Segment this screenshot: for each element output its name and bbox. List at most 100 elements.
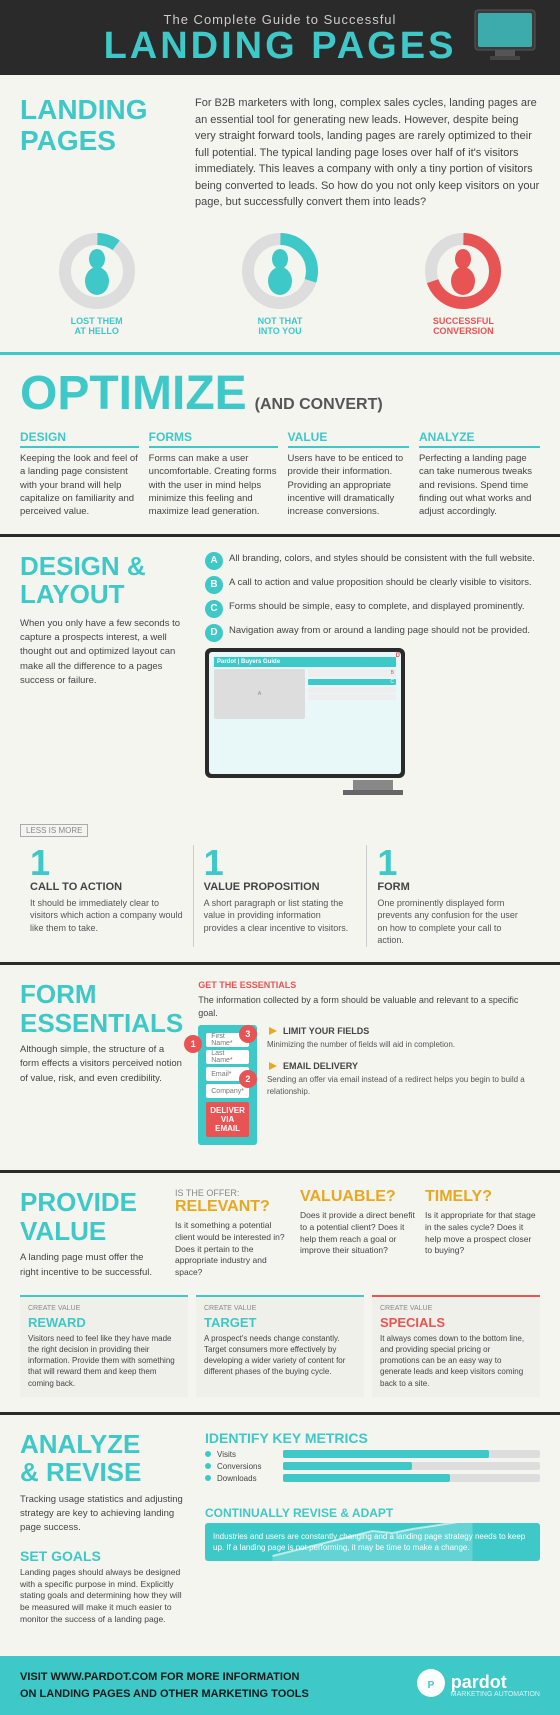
metric-conversions: Conversions (205, 1462, 540, 1471)
donut-success: SUCCESSFULCONVERSION (377, 231, 550, 338)
footer-text: VISIT WWW.PARDOT.COM FOR MORE INFORMATIO… (20, 1669, 309, 1702)
header: The Complete Guide to Successful LANDING… (0, 0, 560, 75)
intro-title: LANDING PAGES (20, 95, 180, 157)
metric-visits: Visits (205, 1450, 540, 1459)
metric-bar-conv (283, 1462, 540, 1470)
optimize-col-analyze: ANALYZE Perfecting a landing page can ta… (419, 430, 540, 518)
value-heading: PROVIDE VALUE (20, 1188, 160, 1245)
less-col-cta: 1 CALL TO ACTION It should be immediatel… (20, 845, 194, 947)
form-mockup: First Name* Last Name* Email* Company* (198, 1025, 257, 1145)
donut-lost: LOST THEMAT HELLO (10, 231, 183, 338)
design-point-a: A All branding, colors, and styles shoul… (205, 552, 540, 570)
analyze-section: ANALYZE & REVISE Tracking usage statisti… (0, 1415, 560, 1656)
design-letter-d: D (205, 624, 223, 642)
form-right: GET THE ESSENTIALS The information colle… (198, 980, 540, 1145)
value-right: IS THE OFFER: RELEVANT? Is it something … (175, 1188, 540, 1280)
donut-not-into-chart (240, 231, 320, 311)
donut-row: LOST THEMAT HELLO NOT THATINTO YOU SUCCE… (0, 221, 560, 353)
analyze-right: IDENTIFY KEY METRICS Visits Conversions (205, 1430, 540, 1626)
form-get-tag: GET THE ESSENTIALS (198, 980, 540, 990)
form-content-row: First Name* Last Name* Email* Company* (198, 1025, 540, 1145)
optimize-col-forms: FORMS Forms can make a user uncomfortabl… (149, 430, 278, 518)
design-letter-a: A (205, 552, 223, 570)
form-top: FORM ESSENTIALS Although simple, the str… (20, 980, 540, 1145)
pardot-icon: P (416, 1668, 446, 1703)
form-fields-wrap: First Name* Last Name* Email* Company* (198, 1025, 257, 1145)
form-submit-btn[interactable]: DELIVER VIA EMAIL (206, 1102, 249, 1137)
intro-section: LANDING PAGES For B2B marketers with lon… (0, 75, 560, 221)
less-col-vp: 1 VALUE PROPOSITION A short paragraph or… (194, 845, 368, 947)
footer: VISIT WWW.PARDOT.COM FOR MORE INFORMATIO… (0, 1656, 560, 1715)
form-essentials-section: FORM ESSENTIALS Although simple, the str… (0, 965, 560, 1170)
optimize-subtitle: (AND CONVERT) (255, 396, 383, 414)
arrow-icon (267, 1025, 279, 1037)
design-point-b: B A call to action and value proposition… (205, 576, 540, 594)
footer-line2: ON LANDING PAGES AND OTHER MARKETING TOO… (20, 1686, 309, 1703)
optimize-big-title: OPTIMIZE (20, 370, 247, 418)
donut-lost-label: LOST THEMAT HELLO (10, 316, 183, 338)
less-tag: LESS IS MORE (20, 824, 88, 837)
less-cols: 1 CALL TO ACTION It should be immediatel… (20, 845, 540, 947)
goals-title: SET GOALS (20, 1548, 190, 1564)
form-heading: FORM ESSENTIALS (20, 980, 183, 1037)
svg-text:P: P (427, 1680, 434, 1691)
design-layout-section: DESIGN & LAYOUT When you only have a few… (0, 537, 560, 805)
value-q1-label: IS THE OFFER: (175, 1188, 290, 1198)
value-top: PROVIDE VALUE A landing page must offer … (20, 1188, 540, 1280)
form-left: FORM ESSENTIALS Although simple, the str… (20, 980, 183, 1145)
intro-heading: LANDING PAGES (20, 95, 180, 211)
monitor-mockup: Pardot | Buyers Guide A B C (205, 648, 405, 778)
form-note-limit: LIMIT YOUR FIELDS Minimizing the number … (267, 1025, 540, 1050)
value-card-target: CREATE VALUE TARGET A prospect's needs c… (196, 1295, 364, 1397)
footer-logo-block: pardot marketing automation (451, 1673, 540, 1698)
design-heading: DESIGN & LAYOUT (20, 552, 190, 609)
design-right: A All branding, colors, and styles shoul… (205, 552, 540, 795)
analyze-metrics: IDENTIFY KEY METRICS Visits Conversions (205, 1430, 540, 1486)
analyze-top: ANALYZE & REVISE Tracking usage statisti… (20, 1430, 540, 1626)
metric-bar-visits (283, 1450, 540, 1458)
monitor-icon (470, 8, 540, 68)
donut-not-into: NOT THATINTO YOU (193, 231, 366, 338)
set-goals: SET GOALS Landing pages should always be… (20, 1548, 190, 1626)
footer-line1: VISIT WWW.PARDOT.COM FOR MORE INFORMATIO… (20, 1669, 309, 1686)
analyze-left: ANALYZE & REVISE Tracking usage statisti… (20, 1430, 190, 1626)
form-fields: First Name* Last Name* Email* Company* (206, 1033, 249, 1098)
optimize-col-design: DESIGN Keeping the look and feel of a la… (20, 430, 139, 518)
header-title: LANDING PAGES (20, 27, 540, 65)
adapt-section: CONTINUALLY REVISE & ADAPT Industries an… (205, 1506, 540, 1561)
value-q2-title: VALUABLE? (300, 1188, 415, 1206)
value-q1-title: RELEVANT? (175, 1198, 290, 1216)
value-bottom: CREATE VALUE REWARD Visitors need to fee… (20, 1295, 540, 1397)
donut-success-chart (423, 231, 503, 311)
value-q2: VALUABLE? Does it provide a direct benef… (300, 1188, 415, 1280)
optimize-title-row: OPTIMIZE (AND CONVERT) (20, 370, 540, 418)
value-card-reward: CREATE VALUE REWARD Visitors need to fee… (20, 1295, 188, 1397)
form-field-lastname: Last Name* (206, 1050, 249, 1064)
design-point-d: D Navigation away from or around a landi… (205, 624, 540, 642)
form-side-notes: LIMIT YOUR FIELDS Minimizing the number … (267, 1025, 540, 1145)
form-get-desc: The information collected by a form shou… (198, 994, 540, 1019)
optimize-col-value: VALUE Users have to be enticed to provid… (288, 430, 409, 518)
design-inner: DESIGN & LAYOUT When you only have a few… (20, 552, 540, 805)
form-note-email: EMAIL DELIVERY Sending an offer via emai… (267, 1060, 540, 1096)
adapt-text: Industries and users are constantly chan… (213, 1531, 532, 1553)
email-icon (267, 1060, 279, 1072)
badge-3: 3 (239, 1025, 257, 1043)
value-q1: IS THE OFFER: RELEVANT? Is it something … (175, 1188, 290, 1280)
badge-2: 2 (239, 1070, 257, 1088)
analyze-heading: ANALYZE & REVISE (20, 1430, 190, 1487)
metric-dot-conv (205, 1463, 211, 1469)
provide-value-section: PROVIDE VALUE A landing page must offer … (0, 1173, 560, 1412)
intro-body: For B2B marketers with long, complex sal… (195, 95, 540, 211)
less-is-more-section: LESS IS MORE 1 CALL TO ACTION It should … (0, 805, 560, 962)
footer-logo-sub: marketing automation (451, 1691, 540, 1698)
optimize-section: OPTIMIZE (AND CONVERT) DESIGN Keeping th… (0, 355, 560, 533)
metric-dot-dl (205, 1475, 211, 1481)
monitor-stand (353, 780, 393, 790)
monitor-base (343, 790, 403, 795)
monitor-mockup-area: Pardot | Buyers Guide A B C (205, 648, 540, 795)
design-letter-c: C (205, 600, 223, 618)
donut-lost-chart (57, 231, 137, 311)
metrics-title: IDENTIFY KEY METRICS (205, 1430, 540, 1446)
adapt-title: CONTINUALLY REVISE & ADAPT (205, 1506, 540, 1520)
